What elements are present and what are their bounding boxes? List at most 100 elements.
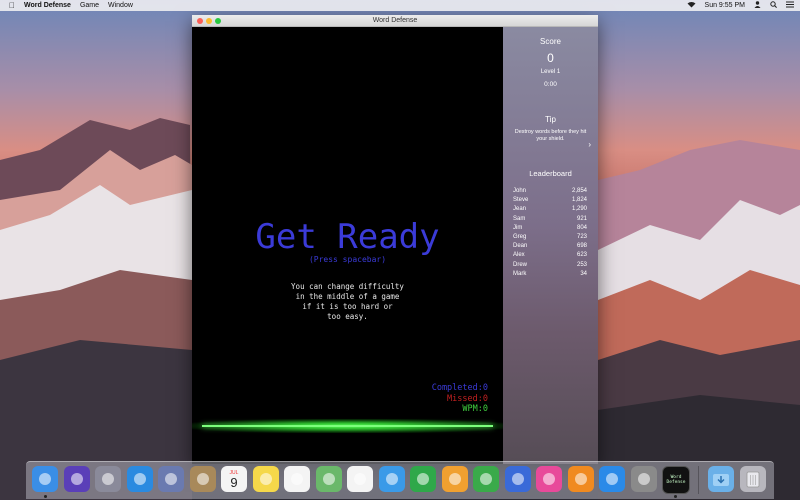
safari-icon-glyph [133,473,146,485]
player-score: 723 [576,233,587,240]
leaderboard-heading: Leaderboard [529,169,572,178]
player-name: Mark [513,270,527,277]
close-window-icon[interactable] [197,17,203,24]
contacts-icon-glyph [196,473,209,485]
facetime-icon-glyph [417,473,429,485]
player-score: 1,824 [571,197,587,204]
apple-menu-icon[interactable]:  [9,1,18,10]
leaderboard-row: Alex 623 [513,251,587,260]
messages-icon[interactable] [378,466,405,492]
game-window: Word Defense Get Ready (Press spacebar) … [192,15,598,464]
hint-line: too easy. [327,312,368,321]
get-ready-heading: Get Ready [255,217,440,257]
tip-text: Destroy words before they hit your shiel… [514,129,587,142]
ibooks-icon-glyph [574,473,587,485]
itunes-icon-glyph [543,473,555,485]
maps-icon[interactable] [315,466,342,492]
running-indicator [673,495,677,498]
contacts-icon[interactable] [189,466,216,492]
player-name: Sam [513,215,526,222]
downloads-folder-icon[interactable] [708,466,734,492]
siri-icon[interactable] [63,466,90,492]
leaderboard-list: John 2,854 Steve 1,824 Jean 1,290 Sam 921 Ji… [513,187,587,279]
tip-heading: Tip [545,115,556,124]
photos-icon-glyph [354,473,366,485]
player-score: 698 [576,243,587,250]
siri-icon-glyph [70,473,83,485]
player-score: 804 [576,224,587,231]
game-area[interactable]: Get Ready (Press spacebar) You can chang… [192,27,503,464]
pages-icon[interactable] [441,466,468,492]
keynote-icon[interactable] [504,466,531,492]
player-name: Alex [513,252,525,259]
safari-icon[interactable] [126,466,153,492]
finder-icon[interactable] [32,466,58,492]
clock[interactable]: Sun 9:55 PM [705,2,745,9]
dock-separator [698,466,699,494]
hint-line: in the middle of a game [295,292,400,301]
launchpad-icon[interactable] [95,466,121,492]
leaderboard-row: Greg 723 [513,233,587,242]
reminders-icon[interactable] [284,466,310,492]
window-title: Word Defense [372,17,418,24]
next-tip-chevron-icon[interactable]: › [588,140,591,149]
preview-icon[interactable] [158,466,184,492]
dock: JUL 9 Word Defense [26,461,774,499]
title-bar[interactable]: Word Defense [192,15,598,27]
player-score: 2,854 [571,188,587,194]
word-defense-icon-label: Defense [666,480,686,485]
player-name: Jean [513,206,527,213]
notes-icon[interactable] [252,466,279,492]
menu-window[interactable]: Window [108,2,133,9]
trash-icon[interactable] [740,466,766,492]
messages-icon-glyph [385,473,398,485]
wifi-icon[interactable] [687,1,696,10]
missed-count: Missed:0 [447,393,488,404]
score-heading: Score [540,37,561,46]
app-store-icon[interactable] [599,466,625,492]
player-name: Greg [513,233,527,240]
pages-icon-glyph [448,473,461,485]
sidebar: Score 0 Level 1 0:00 Tip Destroy words b… [503,27,598,464]
player-score: 1,290 [571,206,587,213]
shield-line [202,425,493,427]
notes-icon-glyph [259,473,272,485]
ibooks-icon[interactable] [567,466,594,492]
notification-center-icon[interactable] [786,1,794,10]
player-score: 34 [580,270,587,277]
minimize-window-icon[interactable] [206,17,212,24]
numbers-icon[interactable] [473,466,499,492]
timer: 0:00 [544,81,557,88]
facetime-icon[interactable] [410,466,436,492]
zoom-window-icon[interactable] [215,17,221,24]
leaderboard-row: Mark 34 [513,270,587,279]
menu-bar:  Word Defense Game Window Sun 9:55 PM [0,0,800,11]
leaderboard-row: John 2,854 [513,187,587,196]
player-name: Dean [513,243,528,250]
player-name: Jim [513,224,523,231]
menu-app-name[interactable]: Word Defense [24,2,71,9]
numbers-icon-glyph [480,473,492,485]
spotlight-icon[interactable] [770,1,777,10]
word-defense-icon[interactable]: Word Defense [662,466,690,494]
maps-icon-glyph [322,473,335,485]
itunes-icon[interactable] [536,466,562,492]
system-preferences-icon[interactable] [630,466,657,492]
player-name: John [513,188,527,194]
hint-line: if it is too hard or [302,302,393,311]
system-preferences-icon-glyph [637,473,650,485]
leaderboard-row: Jean 1,290 [513,205,587,214]
running-indicator [43,495,47,498]
leaderboard-row: Steve 1,824 [513,196,587,205]
calendar-icon[interactable]: JUL 9 [221,466,247,492]
photos-icon[interactable] [347,466,373,492]
calendar-day: 9 [230,474,238,490]
leaderboard-row: Drew 253 [513,261,587,270]
player-score: 253 [576,261,587,268]
level-label: Level 1 [540,69,561,75]
game-stats: Completed:0 Missed:0 WPM:0 [432,383,488,415]
user-icon[interactable] [754,1,761,10]
menu-game[interactable]: Game [80,2,99,9]
wpm-count: WPM:0 [462,404,488,414]
difficulty-hint: You can change difficulty in the middle … [252,282,443,322]
